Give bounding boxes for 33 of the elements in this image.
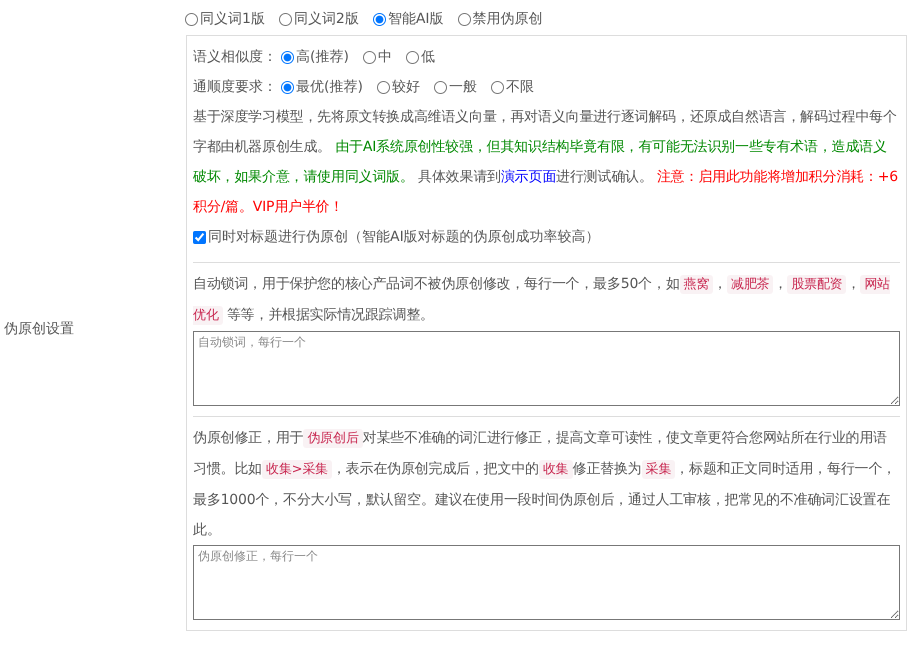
radio-label[interactable]: 不限	[506, 78, 534, 96]
section-label: 伪原创设置	[4, 320, 74, 338]
mode-radio[interactable]	[278, 12, 292, 26]
radio-label[interactable]: 一般	[448, 78, 477, 96]
option-radio[interactable]	[281, 80, 294, 94]
mode-radio[interactable]	[458, 12, 471, 26]
radio-label[interactable]: 较好	[392, 78, 420, 96]
corrections-description: 伪原创修正，用于 伪原创后 对某些不准确的词汇进行修正，提高文章可读性，使文章更符合您网站所在行业的用语习惯。比如 收集>采集 ，表示在伪原创完成后，把文中的 收集 修正替换为 采集 ，标题和正文同时适用，每行一个，最多1000个，不分大小写，默认留空。建议在使用一段时间伪原创后，通过人工审核，把常见的不准确词汇设置在此。	[193, 428, 897, 540]
title-checkbox[interactable]	[193, 230, 206, 244]
radio-label[interactable]: 中	[378, 48, 392, 66]
radio-label[interactable]: 同义词2版	[294, 10, 359, 28]
mode-radio[interactable]	[372, 12, 386, 26]
option-radio[interactable]	[490, 80, 504, 94]
option-radio[interactable]	[362, 50, 376, 64]
option-label: 语义相似度：	[193, 48, 277, 66]
radio-label[interactable]: 智能AI版	[388, 10, 444, 28]
option-radio[interactable]	[281, 50, 294, 64]
radio-label[interactable]: 高(推荐)	[296, 48, 349, 66]
lock-words-field[interactable]: 自动锁词，每行一个	[193, 331, 900, 406]
radio-label[interactable]: 同义词1版	[200, 10, 265, 28]
lock-words-description: 自动锁词，用于保护您的核心产品词不被伪原创修改，每行一个，最多50个，如 燕窝 ， 减肥茶 ， 股票配资 ， 网站优化 等等，并根据实际情况跟踪调整。	[193, 274, 891, 327]
option-radio[interactable]	[376, 80, 390, 94]
option-radio[interactable]	[434, 80, 447, 94]
radio-label[interactable]: 禁用伪原创	[472, 10, 543, 28]
option-radio[interactable]	[406, 50, 419, 64]
description-text: 基于深度学习模型，先将原文转换成高维语义向量，再对语义向量进行逐词解码，还原成自然语言，解码过程中每个字都由机器原创生成。 由于AI系统原创性较强，但其知识结构毕竟有限，有可能无法识别一些专有术语，造成语义破坏，如果介意，请使用同义词版。 具体效果请到演示页面进行测试确认。 注意：启用此功能将增加积分消耗：+6积分/篇。VIP用户半价！	[193, 108, 899, 217]
mode-radio[interactable]	[185, 12, 198, 26]
radio-label[interactable]: 最优(推荐)	[296, 78, 363, 96]
demo-page-link[interactable]: 演示页面	[500, 169, 556, 185]
option-label: 通顺度要求：	[193, 78, 277, 96]
checkbox-label[interactable]: 同时对标题进行伪原创（智能AI版对标题的伪原创成功率较高）	[208, 228, 600, 246]
corrections-field[interactable]: 伪原创修正，每行一个	[193, 545, 900, 620]
radio-label[interactable]: 低	[420, 48, 435, 66]
